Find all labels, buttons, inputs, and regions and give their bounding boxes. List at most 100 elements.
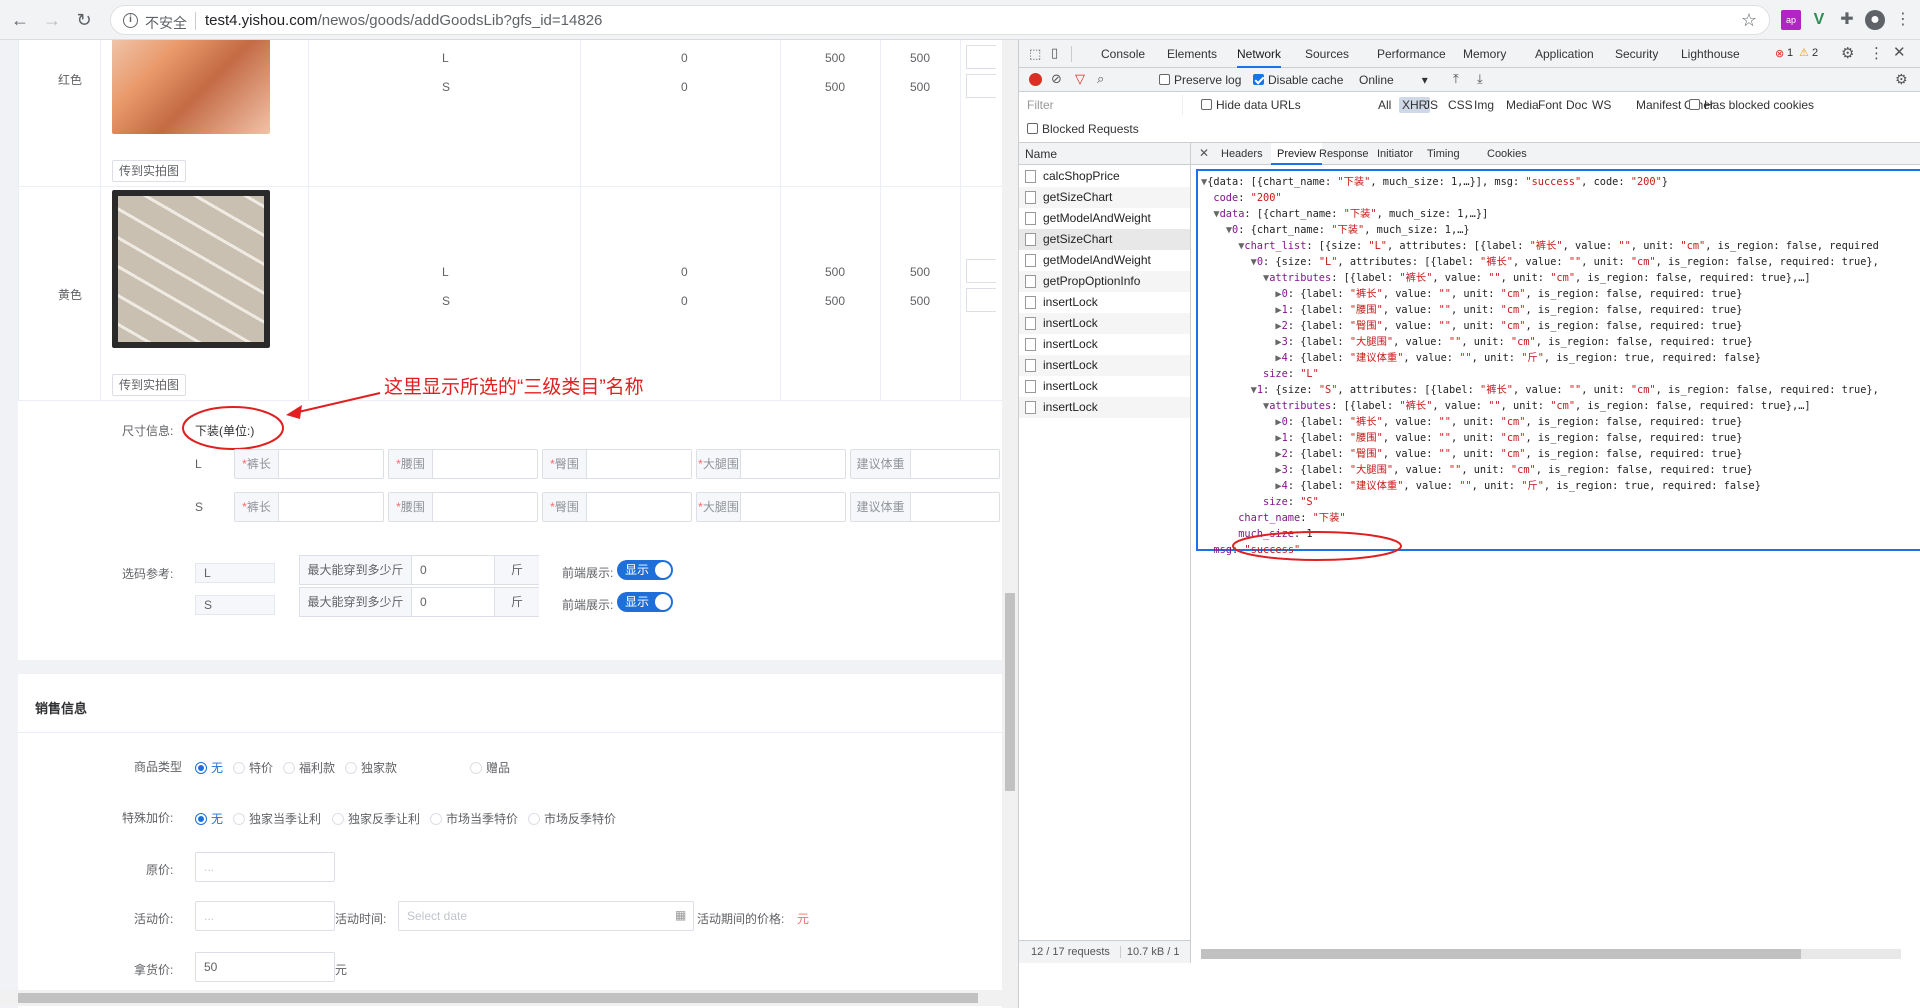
filter-ws[interactable]: WS <box>1589 97 1614 113</box>
disable-cache-checkbox[interactable]: Disable cache <box>1253 73 1343 87</box>
close-detail-icon[interactable]: ✕ <box>1199 146 1209 160</box>
radio-special-opt[interactable]: 独家当季让利 <box>233 810 321 827</box>
detail-tab-cookies[interactable]: Cookies <box>1487 143 1527 165</box>
clear-icon[interactable]: ⊘ <box>1051 71 1062 87</box>
size-field-input[interactable]: *臀围 <box>542 449 692 479</box>
tab-application[interactable]: Application <box>1535 40 1594 68</box>
front-display-toggle[interactable]: 显示 <box>617 560 673 580</box>
tab-network[interactable]: Network <box>1237 40 1282 68</box>
detail-tab-initiator[interactable]: Initiator <box>1377 143 1413 165</box>
size-field-input[interactable]: *大腿围 <box>696 492 846 522</box>
calendar-icon[interactable]: ▦ <box>675 908 686 922</box>
detail-tab-response[interactable]: Response <box>1319 143 1369 165</box>
filter-img[interactable]: Img <box>1471 97 1497 113</box>
size-field-input[interactable]: *腰围 <box>388 449 538 479</box>
device-toolbar-icon[interactable]: ▯ <box>1051 45 1058 61</box>
tab-elements[interactable]: Elements <box>1167 40 1217 68</box>
tab-sources[interactable]: Sources <box>1305 40 1349 68</box>
throttle-select[interactable]: Online ▾ <box>1359 73 1428 87</box>
detail-tab-timing[interactable]: Timing <box>1427 143 1460 165</box>
radio-none[interactable]: 无 <box>195 759 223 776</box>
search-icon[interactable]: ⌕ <box>1097 71 1104 87</box>
reload-icon[interactable]: ↻ <box>72 8 96 32</box>
max-weight-input[interactable]: 最大能穿到多少斤 0 斤 <box>299 587 539 617</box>
record-icon[interactable] <box>1029 73 1042 86</box>
filter-all[interactable]: All <box>1375 97 1394 113</box>
filter-font[interactable]: Font <box>1535 97 1565 113</box>
blocked-cookies-checkbox[interactable]: Has blocked cookies <box>1689 98 1814 112</box>
front-display-toggle[interactable]: 显示 <box>617 592 673 612</box>
cell-input[interactable] <box>966 45 996 69</box>
upload-real-photo-button[interactable]: 传到实拍图 <box>112 374 187 396</box>
radio-gift[interactable]: 赠品 <box>470 759 510 776</box>
bookmark-star-icon[interactable]: ☆ <box>1741 10 1757 31</box>
radio-exclusive[interactable]: 独家款 <box>345 759 397 776</box>
upload-icon[interactable]: ⤒ <box>1453 71 1459 87</box>
size-field-input[interactable]: *大腿围 <box>696 449 846 479</box>
request-row[interactable]: getPropOptionInfo <box>1019 271 1190 292</box>
size-field-input[interactable]: 建议体重 <box>850 492 1000 522</box>
radio-special-none[interactable]: 无 <box>195 810 223 827</box>
size-field-input[interactable]: 建议体重 <box>850 449 1000 479</box>
upload-real-photo-button[interactable]: 传到实拍图 <box>112 160 187 182</box>
request-row[interactable]: insertLock <box>1019 334 1190 355</box>
size-field-input[interactable]: *裤长 <box>234 449 384 479</box>
tab-performance[interactable]: Performance <box>1377 40 1446 68</box>
request-row[interactable]: insertLock <box>1019 397 1190 418</box>
info-icon[interactable]: i <box>123 13 138 28</box>
vue-devtools-icon[interactable]: V <box>1809 10 1829 30</box>
inspect-icon[interactable]: ⬚ <box>1029 46 1041 62</box>
menu-icon[interactable]: ⋮ <box>1893 10 1913 30</box>
scrollbar-thumb[interactable] <box>1005 593 1015 791</box>
puzzle-icon[interactable]: ✚ <box>1837 10 1857 30</box>
cell-input[interactable] <box>966 288 996 312</box>
forward-icon[interactable]: → <box>40 8 64 32</box>
size-field-input[interactable]: *腰围 <box>388 492 538 522</box>
settings-icon[interactable]: ⚙ <box>1841 44 1854 62</box>
preserve-log-checkbox[interactable]: Preserve log <box>1159 73 1241 87</box>
filter-manifest[interactable]: Manifest <box>1633 97 1684 113</box>
request-row[interactable]: getSizeChart <box>1019 187 1190 208</box>
take-price-input[interactable]: 50 <box>195 952 335 982</box>
radio-special-price[interactable]: 特价 <box>233 759 273 776</box>
network-settings-icon[interactable]: ⚙ <box>1895 71 1908 88</box>
filter-input[interactable]: Filter <box>1023 95 1183 115</box>
detail-tab-headers[interactable]: Headers <box>1221 143 1263 165</box>
tab-lighthouse[interactable]: Lighthouse <box>1681 40 1740 68</box>
scrollbar-thumb[interactable] <box>18 993 978 1003</box>
max-weight-input[interactable]: 最大能穿到多少斤 0 斤 <box>299 555 539 585</box>
request-row[interactable]: insertLock <box>1019 376 1190 397</box>
radio-special-opt[interactable]: 市场当季特价 <box>430 810 518 827</box>
filter-icon[interactable]: ▽ <box>1075 71 1085 87</box>
scrollbar-thumb[interactable] <box>1201 949 1801 959</box>
radio-welfare[interactable]: 福利款 <box>283 759 335 776</box>
request-row[interactable]: getModelAndWeight <box>1019 250 1190 271</box>
request-row[interactable]: getSizeChart <box>1019 229 1190 250</box>
cell-input[interactable] <box>966 74 996 98</box>
avatar[interactable]: ● <box>1865 10 1885 30</box>
date-picker[interactable]: Select date <box>398 901 694 931</box>
blocked-requests-checkbox[interactable]: Blocked Requests <box>1027 122 1139 136</box>
radio-special-opt[interactable]: 市场反季特价 <box>528 810 616 827</box>
request-row[interactable]: getModelAndWeight <box>1019 208 1190 229</box>
request-row[interactable]: calcShopPrice <box>1019 166 1190 187</box>
preview-h-scrollbar[interactable] <box>1201 949 1901 959</box>
size-field-input[interactable]: *裤长 <box>234 492 384 522</box>
back-icon[interactable]: ← <box>8 8 32 32</box>
request-row[interactable]: insertLock <box>1019 292 1190 313</box>
cell-input[interactable] <box>966 259 996 283</box>
tab-console[interactable]: Console <box>1101 40 1145 68</box>
tab-memory[interactable]: Memory <box>1463 40 1506 68</box>
filter-doc[interactable]: Doc <box>1563 97 1590 113</box>
more-icon[interactable]: ⋮ <box>1869 44 1884 62</box>
page-scrollbar[interactable] <box>1002 40 1018 1008</box>
radio-special-opt[interactable]: 独家反季让利 <box>332 810 420 827</box>
extension-icon[interactable]: ap <box>1781 10 1801 30</box>
hide-data-urls-checkbox[interactable]: Hide data URLs <box>1201 98 1301 112</box>
page-h-scrollbar[interactable] <box>0 990 1002 1006</box>
orig-price-input[interactable]: ... <box>195 852 335 882</box>
size-field-input[interactable]: *臀围 <box>542 492 692 522</box>
request-row[interactable]: insertLock <box>1019 313 1190 334</box>
address-bar[interactable]: i 不安全 test4.yishou.com/newos/goods/addGo… <box>110 5 1770 35</box>
close-icon[interactable]: ✕ <box>1893 43 1906 61</box>
